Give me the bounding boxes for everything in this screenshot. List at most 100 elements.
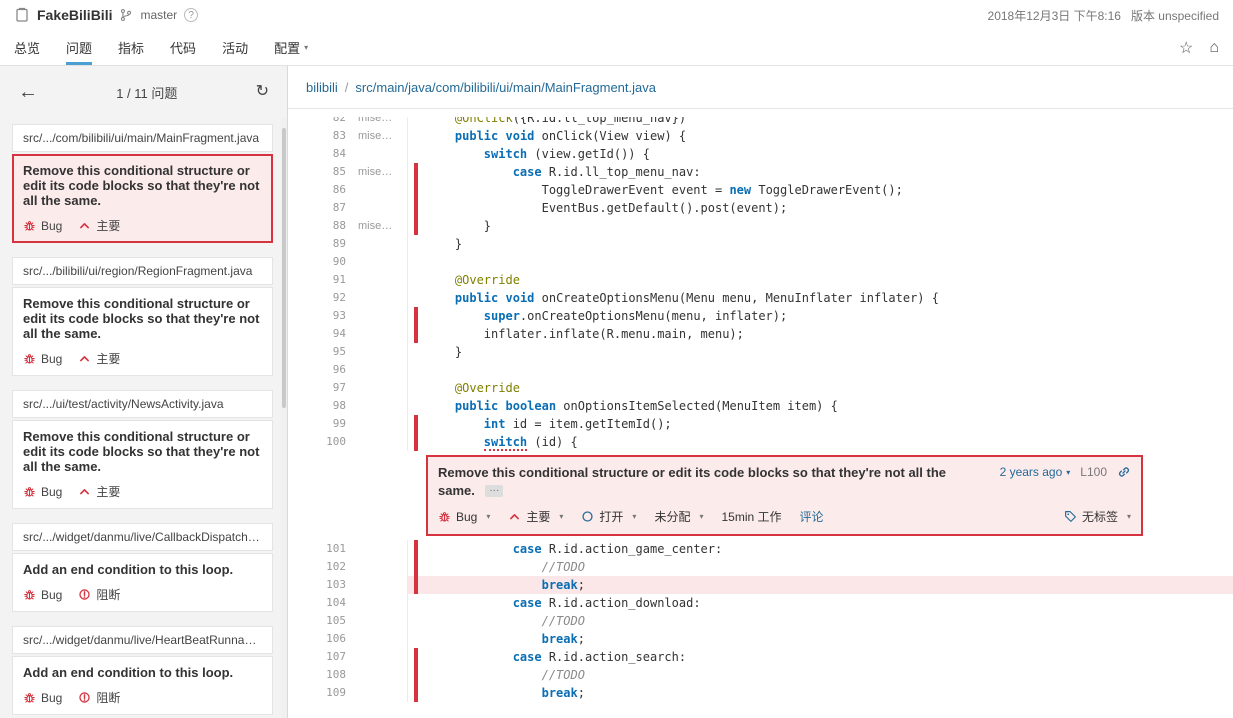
sidebar-scrollbar[interactable] [281, 118, 287, 718]
permalink-icon[interactable] [1117, 465, 1131, 479]
issue-marker[interactable] [408, 684, 426, 702]
line-number[interactable]: 94 [300, 325, 358, 343]
issue-type-dropdown[interactable]: Bug ▾ [438, 510, 490, 524]
file-path-header[interactable]: src/.../com/bilibili/ui/main/MainFragmen… [12, 124, 273, 152]
issue-assignee-dropdown[interactable]: 未分配 ▾ [654, 508, 703, 525]
issue-status-dropdown[interactable]: 打开 ▾ [581, 508, 636, 525]
line-number[interactable]: 89 [300, 235, 358, 253]
line-number[interactable]: 105 [300, 612, 358, 630]
line-number[interactable]: 97 [300, 379, 358, 397]
line-number[interactable]: 87 [300, 199, 358, 217]
issues-counter: 1 / 11 问题 [116, 85, 178, 101]
line-number[interactable]: 99 [300, 415, 358, 433]
line-number[interactable]: 93 [300, 307, 358, 325]
line-number[interactable]: 101 [300, 540, 358, 558]
scm-author [358, 253, 408, 271]
issue-marker[interactable] [408, 181, 426, 199]
issue-file-group: src/.../widget/danmu/live/HeartBeatRunna… [12, 626, 273, 715]
issue-marker[interactable] [408, 433, 426, 451]
tab-overview[interactable]: 总览 [14, 30, 40, 65]
line-number[interactable]: 95 [300, 343, 358, 361]
code-text: @OnClick({R.id.ll_top_menu_nav}) [454, 117, 687, 125]
issue-comment-button[interactable]: 评论 [800, 508, 824, 525]
breadcrumb-separator: / [344, 79, 349, 95]
issue-marker[interactable] [408, 648, 426, 666]
scrollbar-thumb[interactable] [282, 128, 286, 408]
project-name[interactable]: FakeBiliBili [37, 7, 112, 23]
line-number[interactable]: 83 [300, 127, 358, 145]
issue-card[interactable]: Add an end condition to this loop. Bug 阻断 [12, 656, 273, 715]
line-number[interactable]: 106 [300, 630, 358, 648]
issue-marker[interactable] [408, 199, 426, 217]
code-line-87: 87 EventBus.getDefault().post(event); [300, 199, 1233, 217]
branch-name[interactable]: master [140, 8, 177, 22]
issue-marker[interactable] [408, 163, 426, 181]
issue-marker[interactable] [408, 666, 426, 684]
breadcrumb-file-link[interactable]: src/main/java/com/bilibili/ui/main/MainF… [355, 80, 656, 95]
tab-issues[interactable]: 问题 [66, 30, 93, 65]
file-path-header[interactable]: src/.../widget/danmu/live/CallbackDispat… [12, 523, 273, 551]
breadcrumb-project-link[interactable]: bilibili [306, 80, 338, 95]
issue-marker[interactable] [408, 307, 426, 325]
file-path-header[interactable]: src/.../ui/test/activity/NewsActivity.ja… [12, 390, 273, 418]
code-text: EventBus.getDefault().post(event); [426, 201, 788, 215]
issue-card-meta: Bug 主要 [23, 350, 262, 367]
issue-marker[interactable] [408, 558, 426, 576]
home-icon[interactable]: ⌂ [1209, 39, 1219, 57]
code-text: case R.id.action_download: [512, 596, 701, 610]
code-line-107: 107 case R.id.action_search: [300, 648, 1233, 666]
issue-marker[interactable] [408, 217, 426, 235]
issue-severity-badge: 主要 [78, 483, 120, 500]
line-number[interactable]: 88 [300, 217, 358, 235]
back-arrow-icon[interactable]: ← [18, 82, 38, 102]
issue-type-badge: Bug [23, 691, 62, 705]
issue-more-button[interactable]: ··· [485, 485, 504, 497]
line-number[interactable]: 98 [300, 397, 358, 415]
issue-tags-dropdown[interactable]: 无标签 ▾ [1064, 508, 1131, 525]
issue-card[interactable]: Remove this conditional structure or edi… [12, 154, 273, 243]
line-number[interactable]: 108 [300, 666, 358, 684]
line-number[interactable]: 86 [300, 181, 358, 199]
issue-marker[interactable] [408, 325, 426, 343]
line-number[interactable]: 82 [300, 117, 358, 127]
issue-severity-dropdown[interactable]: 主要 ▾ [508, 508, 563, 525]
code-text: case R.id.action_game_center: [512, 542, 723, 556]
major-severity-icon [78, 352, 91, 365]
reload-icon[interactable]: ↻ [256, 84, 269, 100]
line-number[interactable]: 104 [300, 594, 358, 612]
issue-card[interactable]: Remove this conditional structure or edi… [12, 420, 273, 509]
code-viewer: 82 mise… @OnClick({R.id.ll_top_menu_nav})… [288, 108, 1233, 718]
issue-card[interactable]: Remove this conditional structure or edi… [12, 287, 273, 376]
branch-help-icon[interactable]: ? [184, 8, 199, 22]
tab-measures[interactable]: 指标 [118, 30, 144, 65]
line-number[interactable]: 90 [300, 253, 358, 271]
line-number[interactable]: 109 [300, 684, 358, 702]
line-number[interactable]: 92 [300, 289, 358, 307]
file-path-header[interactable]: src/.../widget/danmu/live/HeartBeatRunna… [12, 626, 273, 654]
code-line-94: 94 inflater.inflate(R.menu.main, menu); [300, 325, 1233, 343]
line-number[interactable]: 96 [300, 361, 358, 379]
line-number[interactable]: 102 [300, 558, 358, 576]
issue-card[interactable]: Add an end condition to this loop. Bug 阻断 [12, 553, 273, 612]
favorite-star-icon[interactable]: ☆ [1179, 38, 1193, 58]
scm-author [358, 648, 408, 666]
line-number[interactable]: 107 [300, 648, 358, 666]
tab-activity[interactable]: 活动 [222, 30, 248, 65]
line-number[interactable]: 84 [300, 145, 358, 163]
scm-author [358, 361, 408, 379]
issue-marker[interactable] [408, 540, 426, 558]
line-number[interactable]: 91 [300, 271, 358, 289]
issue-marker[interactable] [408, 415, 426, 433]
issue-marker[interactable] [408, 576, 426, 594]
scm-author [358, 684, 408, 702]
issue-severity-badge: 阻断 [78, 689, 120, 706]
tab-administration[interactable]: 配置 ▾ [274, 30, 308, 65]
line-number[interactable]: 85 [300, 163, 358, 181]
issue-age-dropdown[interactable]: 2 years ago ▾ [1000, 465, 1071, 479]
line-number[interactable]: 100 [300, 433, 358, 451]
file-path-header[interactable]: src/.../bilibili/ui/region/RegionFragmen… [12, 257, 273, 285]
major-severity-icon [78, 485, 91, 498]
tab-code[interactable]: 代码 [170, 30, 196, 65]
line-number[interactable]: 103 [300, 576, 358, 594]
code-line-102: 102 //TODO [300, 558, 1233, 576]
